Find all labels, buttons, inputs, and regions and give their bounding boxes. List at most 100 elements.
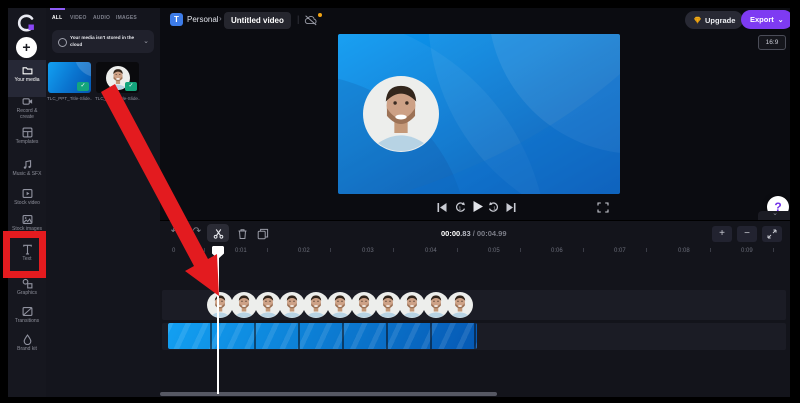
playhead-line — [217, 257, 219, 394]
sidebar-item-label: Transitions — [14, 318, 40, 324]
upgrade-button[interactable]: Upgrade — [685, 11, 744, 29]
clip-frame — [327, 292, 353, 318]
delete-button[interactable] — [237, 227, 248, 245]
nav-rail: + Your media Record & create Templates M… — [8, 8, 46, 397]
ruler-tick — [204, 248, 205, 252]
folder-icon — [22, 67, 32, 75]
clipchamp-logo-icon[interactable] — [15, 11, 39, 35]
media-item-name: TLC_PPT_Title-Slide... — [47, 96, 92, 101]
clip-frame — [231, 292, 257, 318]
brand-kit-icon — [23, 334, 31, 345]
header-divider: | — [297, 14, 300, 24]
project-title-input[interactable]: Untitled video — [224, 12, 291, 29]
sidebar-item-your-media[interactable]: Your media — [8, 60, 46, 97]
ruler-label: 0:09 — [741, 248, 753, 254]
media-item-presenter[interactable]: ✓ — [96, 62, 139, 93]
play-button[interactable] — [471, 200, 484, 213]
timeline-panel: ↶ ↷ 00:00.83 / 00:04.99 + − 0 0:01 0:02 … — [160, 220, 790, 397]
zoom-out-button[interactable]: − — [737, 226, 757, 242]
zoom-fit-button[interactable] — [762, 226, 782, 242]
redo-button[interactable]: ↷ — [190, 226, 204, 237]
ruler-tick — [773, 248, 774, 252]
ruler-tick — [457, 248, 458, 252]
ruler-label: 0:03 — [362, 248, 374, 254]
workspace-avatar[interactable]: T — [170, 13, 183, 26]
sidebar-item-stock-video[interactable]: Stock video — [8, 188, 46, 214]
current-time-fraction: .83 — [460, 229, 471, 238]
skip-back-button[interactable] — [436, 202, 448, 213]
sidebar-item-label: Stock video — [14, 200, 40, 206]
cloud-off-icon[interactable] — [304, 15, 318, 26]
ruler-tick — [710, 248, 711, 252]
breadcrumb-separator: › — [219, 14, 222, 23]
tab-video[interactable]: VIDEO — [70, 15, 87, 21]
tab-all[interactable]: ALL — [52, 15, 62, 21]
split-button[interactable] — [207, 224, 229, 242]
media-item-slide[interactable]: ✓ — [48, 62, 91, 93]
timeline-scrollbar[interactable] — [160, 392, 497, 396]
clip-frame — [255, 292, 281, 318]
sidebar-item-label: Record & create — [16, 108, 38, 120]
clip-frame — [375, 292, 401, 318]
tab-audio[interactable]: AUDIO — [93, 15, 110, 21]
export-label: Export — [750, 15, 774, 24]
zoom-in-button[interactable]: + — [712, 226, 732, 242]
ruler-tick — [267, 248, 268, 252]
sidebar-item-record-create[interactable]: Record & create — [8, 96, 46, 126]
sidebar-item-graphics[interactable]: Graphics — [8, 278, 46, 304]
ruler-tick — [646, 248, 647, 252]
ruler-label: 0:07 — [614, 248, 626, 254]
jump-forward-1s-button[interactable]: 1 — [488, 202, 500, 213]
sidebar-item-brand-kit[interactable]: Brand kit — [8, 334, 46, 360]
stock-images-icon — [22, 214, 32, 225]
duplicate-button[interactable] — [257, 227, 269, 245]
trash-icon — [238, 229, 247, 239]
export-button[interactable]: Export ⌄ — [741, 10, 790, 29]
fullscreen-button[interactable] — [597, 202, 609, 213]
timeline-collapse-tab[interactable]: ⌄ — [758, 210, 790, 220]
sidebar-item-label: Your media — [14, 77, 40, 83]
tab-images[interactable]: IMAGES — [116, 15, 137, 21]
ruler-label: 0 — [172, 248, 176, 254]
ruler-label: 0:05 — [488, 248, 500, 254]
chevron-down-icon: ⌄ — [772, 210, 778, 217]
playhead-handle[interactable] — [212, 246, 224, 259]
clip-frame — [399, 292, 425, 318]
stock-video-icon — [22, 188, 32, 199]
skip-forward-button[interactable] — [505, 202, 517, 213]
transitions-icon — [22, 306, 32, 317]
video-preview[interactable] — [338, 34, 620, 194]
clip-frame — [351, 292, 377, 318]
breadcrumb-workspace[interactable]: Personal — [187, 15, 219, 24]
clip-frame — [303, 292, 329, 318]
clipchamp-editor: + Your media Record & create Templates M… — [0, 0, 800, 403]
time-display: 00:00.83 / 00:04.99 — [441, 229, 507, 238]
sidebar-item-label: Brand kit — [17, 346, 37, 352]
jump-back-1s-button[interactable]: 1 — [454, 202, 466, 213]
presenter-avatar — [363, 76, 439, 152]
add-media-button[interactable]: + — [16, 37, 37, 58]
main-area: T Personal › Untitled video | Upgrade Ex… — [160, 8, 790, 397]
timeline-clip-slide[interactable] — [168, 323, 477, 349]
added-check-badge: ✓ — [125, 82, 137, 91]
total-time: 00:04.99 — [476, 229, 507, 238]
ruler-tick — [520, 248, 521, 252]
current-time: 00:00 — [441, 229, 461, 238]
ruler-label: 0:08 — [678, 248, 690, 254]
sync-alert-dot — [318, 13, 322, 17]
camera-icon — [22, 98, 32, 105]
banner-text: Your media isn't stored in the cloud — [70, 35, 135, 47]
clip-frame — [423, 292, 449, 318]
sidebar-item-templates[interactable]: Templates — [8, 127, 46, 153]
svg-text:1: 1 — [493, 206, 496, 211]
cloud-storage-banner[interactable]: Your media isn't stored in the cloud ⌄ — [52, 30, 154, 53]
sidebar-item-music-sfx[interactable]: Music & SFX — [8, 159, 46, 185]
sidebar-item-label: Music & SFX — [12, 171, 42, 177]
timeline-clip-presenter[interactable] — [207, 290, 477, 320]
ruler-label: 0:06 — [551, 248, 563, 254]
ruler-tick — [393, 248, 394, 252]
sidebar-item-transitions[interactable]: Transitions — [8, 306, 46, 332]
aspect-ratio-badge[interactable]: 16:9 — [758, 35, 786, 50]
clip-frame — [207, 292, 233, 318]
undo-button[interactable]: ↶ — [168, 226, 182, 237]
